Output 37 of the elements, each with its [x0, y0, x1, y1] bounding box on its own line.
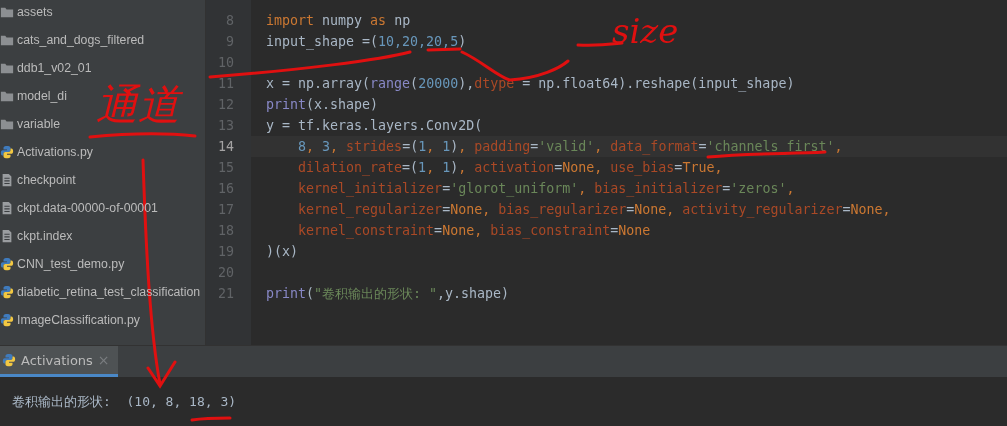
code-line: x = np.array(range(20000),dtype = np.float64).reshape(input_shape): [266, 76, 795, 91]
file-tree-item[interactable]: ckpt.index: [0, 222, 73, 250]
python-file-icon: [2, 353, 16, 367]
folder-icon: [0, 5, 14, 19]
code-line: print(x.shape): [266, 97, 379, 112]
tab-label: Activations: [21, 352, 93, 368]
file-tree-item[interactable]: Activations.py: [0, 138, 93, 166]
file-tree-item[interactable]: ddb1_v02_01: [0, 54, 92, 82]
file-tree-item[interactable]: cats_and_dogs_filtered: [0, 26, 145, 54]
code-line: dilation_rate=(1, 1), activation=None, use_bias=True,: [297, 160, 723, 175]
code-line: print("卷积输出的形状: ",y.shape): [266, 284, 510, 303]
code-line: y = tf.keras.layers.Conv2D(: [266, 118, 483, 133]
handwritten-note: size: [612, 14, 679, 48]
file-tree-item[interactable]: assets: [0, 0, 53, 26]
file-tree-item[interactable]: variable: [0, 110, 61, 138]
file-tree-item[interactable]: CNN_test_demo.py: [0, 250, 125, 278]
folder-icon: [0, 33, 14, 47]
code-line: import numpy as np: [266, 13, 411, 28]
code-line: input_shape =(10,20,20,5): [266, 34, 467, 49]
python-file-icon: [0, 145, 14, 159]
file-tree-item[interactable]: model_di: [0, 82, 67, 110]
code-line: kernel_regularizer=None, bias_regularizer=None, activity_regularizer=None,: [297, 202, 891, 217]
python-file-icon: [0, 285, 14, 299]
file-tree-item[interactable]: checkpoint: [0, 166, 76, 194]
line-number: 14: [217, 139, 234, 154]
python-file-icon: [0, 313, 14, 327]
python-file-icon: [0, 257, 14, 271]
folder-icon: [0, 117, 14, 131]
file-tree-item[interactable]: ImageClassification.py: [0, 306, 141, 334]
code-line: 8, 3, strides=(1, 1), padding='valid', data_format='channels_first',: [297, 139, 843, 154]
folder-icon: [0, 89, 14, 103]
code-line: )(x): [266, 244, 299, 259]
folder-icon: [0, 61, 14, 75]
code-line: kernel_initializer='glorot_uniform', bias_initializer='zeros',: [297, 181, 795, 196]
code-line: kernel_constraint=None, bias_constraint=None: [297, 223, 651, 238]
run-tab[interactable]: Activations ×: [0, 346, 118, 377]
console-output: 卷积输出的形状: (10, 8, 18, 3): [12, 392, 237, 411]
